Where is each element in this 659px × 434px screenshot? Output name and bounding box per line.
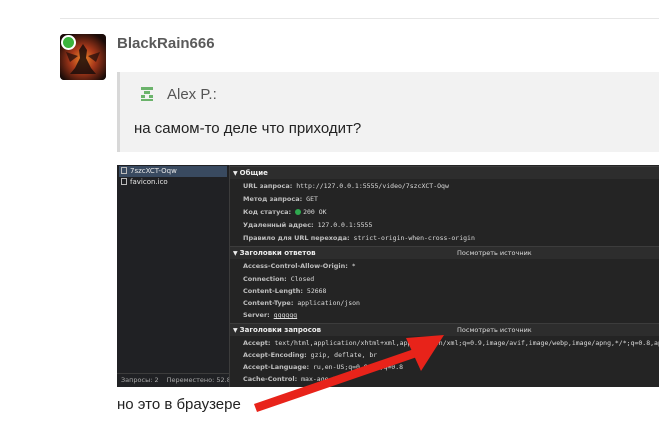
request-list-footer: Запросы: 2Переместено: 52.8 kB xyxy=(117,373,229,387)
quote-block: Alex P.: на самом-то деле что приходит? xyxy=(117,72,659,152)
triangle-down-icon: ▼ xyxy=(233,170,238,177)
request-list-panel: 7szcXCT-Oqw favicon.ico Запросы: 2 Переме… xyxy=(117,165,230,387)
header-row: Server: gggggg xyxy=(243,311,298,319)
status-ok-icon xyxy=(295,209,302,215)
header-row: Content-Length: 52668 xyxy=(243,287,327,295)
header-row: Cache-Control: max-age=0 xyxy=(243,375,337,383)
quote-author[interactable]: Alex P.: xyxy=(167,86,217,103)
section-general[interactable]: ▼ Общие xyxy=(230,166,659,179)
view-source-link[interactable]: Посмотреть источник xyxy=(457,324,532,336)
header-row: Access-Control-Allow-Origin: * xyxy=(243,262,356,270)
quote-user-icon xyxy=(141,87,153,101)
online-status-icon xyxy=(61,35,76,50)
section-response-headers[interactable]: ▼ Заголовки ответов Посмотреть источник xyxy=(230,246,659,259)
header-row: Правило для URL перехода: strict-origin-… xyxy=(243,234,475,242)
devtools-screenshot: 7szcXCT-Oqw favicon.ico Запросы: 2 Переме… xyxy=(117,165,659,387)
request-item[interactable]: favicon.ico xyxy=(119,177,227,188)
divider xyxy=(60,18,659,19)
header-row: Код статуса: 200 OK xyxy=(243,208,327,216)
triangle-down-icon: ▼ xyxy=(233,250,238,257)
request-item[interactable]: 7szcXCT-Oqw xyxy=(119,166,227,177)
triangle-down-icon: ▼ xyxy=(233,327,238,334)
document-icon xyxy=(121,167,127,174)
section-request-headers[interactable]: ▼ Заголовки запросов Посмотреть источник xyxy=(230,323,659,336)
post-caption: но это в браузере xyxy=(117,396,241,413)
header-row: Content-Type: application/json xyxy=(243,299,360,307)
header-row: Удаленный адрес: 127.0.0.1:5555 xyxy=(243,221,373,229)
username[interactable]: BlackRain666 xyxy=(117,35,215,52)
header-row: URL запроса: http://127.0.0.1:5555/video… xyxy=(243,182,449,190)
header-row: Accept: text/html,application/xhtml+xml,… xyxy=(243,339,659,347)
view-source-link[interactable]: Посмотреть источник xyxy=(457,247,532,259)
headers-panel: ▼ Общие URL запроса: http://127.0.0.1:555… xyxy=(230,165,659,387)
document-icon xyxy=(121,178,127,185)
header-row: Метод запроса: GET xyxy=(243,195,318,203)
quote-text: на самом-то деле что приходит? xyxy=(134,120,362,137)
header-row: Accept-Encoding: gzip, deflate, br xyxy=(243,351,378,359)
header-row: Connection: Closed xyxy=(243,275,315,283)
header-row: Accept-Language: ru,en-US;q=0.9,en;q=0.8 xyxy=(243,363,404,371)
